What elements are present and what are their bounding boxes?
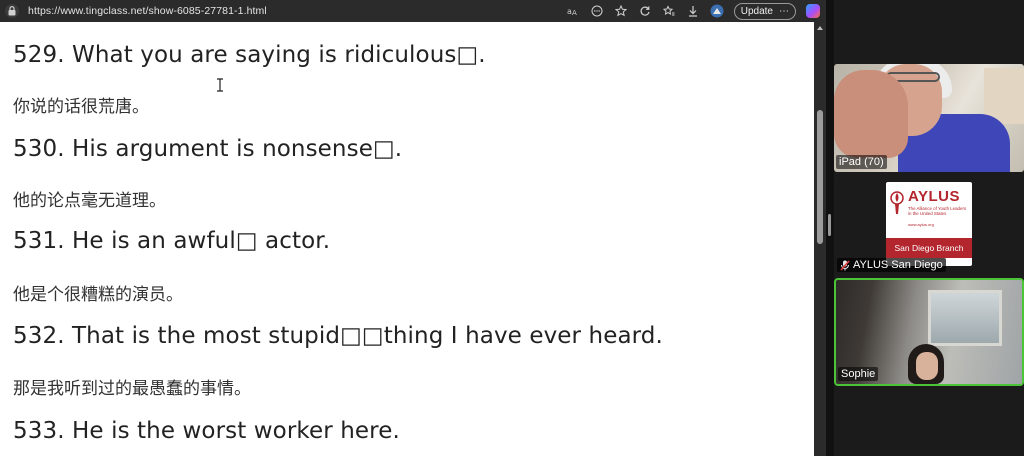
participant-hand (834, 70, 908, 158)
svg-text:A: A (572, 9, 577, 16)
sentence-chinese: 他是个很糟糕的演员。 (13, 285, 183, 305)
sentence-english: 531. He is an awful□ actor. (13, 228, 331, 254)
page-scrollbar[interactable] (814, 22, 826, 456)
extensions-menu-icon[interactable] (590, 4, 604, 18)
aylus-branch: San Diego Branch (886, 238, 972, 258)
read-aloud-icon[interactable]: aA (566, 4, 580, 18)
update-button[interactable]: Update ⋯ (733, 2, 796, 20)
downloads-icon[interactable] (686, 4, 700, 18)
scroll-thumb[interactable] (817, 110, 823, 244)
aylus-website: www.aylus.org (908, 222, 934, 227)
site-info-icon[interactable] (5, 4, 19, 18)
participant-tile-aylus[interactable]: AYLUS The Alliance of Youth Leaders in t… (834, 178, 1024, 272)
mic-muted-icon (840, 259, 850, 271)
participant-name: iPad (70) (836, 155, 887, 169)
participant-tile-ipad[interactable]: iPad (70) (834, 64, 1024, 172)
favorites-icon[interactable] (662, 4, 676, 18)
browser-toolbar: https://www.tingclass.net/show-6085-2778… (0, 0, 826, 22)
aylus-logo-card: AYLUS The Alliance of Youth Leaders in t… (886, 182, 972, 266)
update-button-label: Update (740, 5, 773, 17)
toolbar-actions: aA Update ⋯ (566, 1, 820, 21)
address-bar[interactable]: https://www.tingclass.net/show-6085-2778… (28, 2, 568, 20)
text-cursor-icon (217, 78, 223, 92)
sentence-chinese: 那是我听到过的最愚蠢的事情。 (13, 379, 251, 399)
refresh-icon[interactable] (638, 4, 652, 18)
copilot-icon[interactable] (806, 4, 820, 18)
panel-resize-handle[interactable] (828, 214, 831, 236)
participant-tile-sophie[interactable]: Sophie (834, 278, 1024, 386)
more-options-icon[interactable]: ⋯ (779, 6, 789, 17)
sentence-chinese: 他的论点毫无道理。 (13, 191, 166, 211)
sentence-english: 533. He is the worst worker here. (13, 418, 400, 444)
sentence-english: 532. That is the most stupid□□thing I ha… (13, 323, 663, 349)
participant-name: AYLUS San Diego (853, 259, 943, 271)
sentence-chinese: 你说的话很荒唐。 (13, 97, 149, 117)
background-window (928, 290, 1002, 346)
sentence-english: 529. What you are saying is ridiculous□. (13, 42, 486, 68)
page-content: 529. What you are saying is ridiculous□.… (0, 22, 814, 456)
scroll-up-arrow-icon[interactable] (817, 26, 823, 30)
video-participants-panel: iPad (70) AYLUS The Alliance of Youth Le… (834, 0, 1024, 456)
sentence-english: 530. His argument is nonsense□. (13, 136, 403, 162)
participant-name: Sophie (838, 367, 879, 381)
favorite-star-icon[interactable] (614, 4, 628, 18)
profile-avatar-icon[interactable] (710, 4, 724, 18)
participant-face (916, 352, 938, 380)
aylus-title: AYLUS (908, 188, 960, 205)
aylus-torch-icon (890, 191, 904, 214)
url-text[interactable]: https://www.tingclass.net/show-6085-2778… (28, 5, 267, 17)
aylus-subtitle: The Alliance of Youth Leaders in the Uni… (908, 206, 967, 216)
participant-name-row: AYLUS San Diego (837, 258, 946, 272)
